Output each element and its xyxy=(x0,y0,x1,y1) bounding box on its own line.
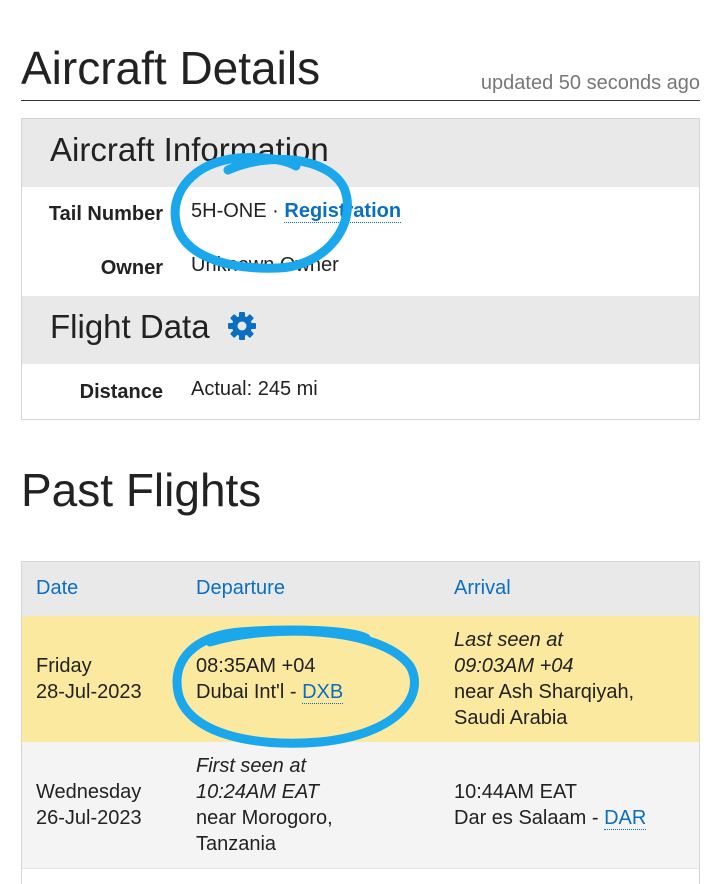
arrival-airport: Dar es Salaam - DAR xyxy=(454,805,647,831)
distance-value: Actual: 245 mi xyxy=(191,378,318,400)
flight-data-heading-text: Flight Data xyxy=(50,308,210,345)
page-header: Aircraft Details updated 50 seconds ago xyxy=(21,40,700,101)
departure-prefix: First seen at xyxy=(196,755,307,777)
owner-label: Owner xyxy=(100,257,163,279)
tail-number: 5H-ONE xyxy=(191,200,267,222)
departure-airport-name: Dubai Int'l - xyxy=(196,681,297,703)
separator: · xyxy=(272,200,279,222)
tail-number-label: Tail Number xyxy=(48,203,163,225)
arrival-airport-name: Dar es Salaam - xyxy=(454,807,599,829)
flight-date: 26-Jul-2023 xyxy=(36,807,142,829)
past-flights-table: Date Departure Arrival Friday 28-Jul-202… xyxy=(21,561,700,884)
table-header: Date Departure Arrival xyxy=(22,562,699,616)
aircraft-info-title: Aircraft Information xyxy=(50,131,329,168)
aircraft-info-panel: Aircraft Information Tail Number 5H-ONE … xyxy=(21,118,700,420)
distance-row: Distance Actual: 245 mi xyxy=(22,364,699,419)
flight-date-cell: Wednesday 26-Jul-2023 xyxy=(36,779,142,831)
arrival-location-line1: near Ash Sharqiyah, xyxy=(454,681,635,703)
aircraft-info-header: Aircraft Information xyxy=(22,119,699,187)
flight-data-header: Flight Data xyxy=(22,296,699,364)
departure-airport-link[interactable]: DXB xyxy=(302,681,344,704)
tail-number-value: 5H-ONE · Registration xyxy=(191,200,402,223)
departure-cell: First seen at 10:24AM EAT near Morogoro,… xyxy=(196,753,333,857)
registration-link[interactable]: Registration xyxy=(284,200,402,223)
owner-value: Unknown Owner xyxy=(191,254,339,276)
page-title: Aircraft Details xyxy=(21,42,321,94)
flight-data-title: Flight Data xyxy=(50,308,257,349)
arrival-time: 10:44AM EAT xyxy=(454,781,578,803)
arrival-cell: Last seen at 09:03AM +04 near Ash Sharqi… xyxy=(454,627,634,731)
departure-cell: 08:35AM +04 Dubai Int'l - DXB xyxy=(196,653,344,705)
flight-day: Wednesday xyxy=(36,781,142,803)
aircraft-info-rows: Tail Number 5H-ONE · Registration Owner … xyxy=(22,187,699,295)
column-arrival[interactable]: Arrival xyxy=(454,577,511,600)
distance-label: Distance xyxy=(79,381,163,403)
departure-time: 10:24AM EAT xyxy=(196,781,320,803)
flight-date-cell: Friday 28-Jul-2023 xyxy=(36,653,142,705)
table-row xyxy=(22,868,699,884)
arrival-cell: 10:44AM EAT Dar es Salaam - DAR xyxy=(454,779,647,831)
column-departure[interactable]: Departure xyxy=(196,577,285,600)
flight-day: Friday xyxy=(36,655,92,677)
table-row[interactable]: Friday 28-Jul-2023 08:35AM +04 Dubai Int… xyxy=(22,616,699,742)
departure-time: 08:35AM +04 xyxy=(196,655,316,677)
table-row[interactable]: Wednesday 26-Jul-2023 First seen at 10:2… xyxy=(22,742,699,868)
departure-location-line1: near Morogoro, xyxy=(196,807,333,829)
updated-timestamp: updated 50 seconds ago xyxy=(480,72,700,94)
departure-location-line2: Tanzania xyxy=(196,833,277,855)
flight-date: 28-Jul-2023 xyxy=(36,681,142,703)
past-flights-title: Past Flights xyxy=(21,464,262,516)
arrival-time: 09:03AM +04 xyxy=(454,655,574,677)
arrival-location-line2: Saudi Arabia xyxy=(454,707,568,729)
departure-airport: Dubai Int'l - DXB xyxy=(196,679,344,705)
arrival-prefix: Last seen at xyxy=(454,629,563,651)
arrival-airport-link[interactable]: DAR xyxy=(604,807,647,830)
gear-icon[interactable] xyxy=(227,311,257,349)
column-date[interactable]: Date xyxy=(36,577,78,600)
